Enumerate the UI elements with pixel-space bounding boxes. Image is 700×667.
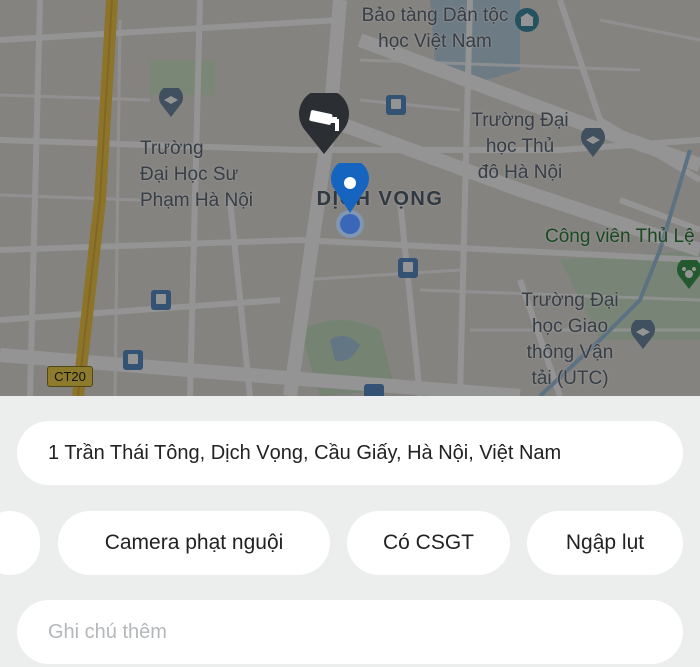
zoo-icon [677, 260, 700, 289]
map-label-capital-university: Trường Đại học Thủ đô Hà Nội [471, 110, 569, 183]
bus-stop-icon [151, 290, 171, 310]
bus-stop-icon [364, 384, 384, 396]
map-label-district: DỊCH VỌNG [316, 188, 444, 210]
bus-stop-icon [386, 95, 406, 115]
road-shield-ct20: CT20 [47, 366, 93, 387]
chip-camera-phat-nguoi[interactable]: Camera phạt nguội [58, 511, 330, 575]
map-label-park: Công viên Thủ Lệ [545, 226, 695, 247]
note-input[interactable] [17, 600, 683, 664]
university-icon [159, 88, 183, 117]
chip-partial[interactable] [0, 511, 40, 575]
map-view[interactable]: Bảo tàng Dân tộc học Việt Nam Trường Đại… [0, 0, 700, 396]
university-icon [631, 320, 655, 349]
map-label-pedagogy-university: Trường Đại Học Sư Phạm Hà Nội [140, 138, 253, 211]
university-icon [581, 128, 605, 157]
chip-co-csgt[interactable]: Có CSGT [347, 511, 510, 575]
map-label-transport-university: Trường Đại học Giao thông Vận tải (UTC) [521, 290, 619, 389]
bus-stop-icon [123, 350, 143, 370]
traffic-camera-icon[interactable] [298, 93, 350, 155]
museum-icon [515, 8, 539, 32]
bus-stop-icon [398, 258, 418, 278]
location-pin-icon[interactable] [327, 163, 373, 241]
address-field[interactable]: 1 Trần Thái Tông, Dịch Vọng, Cầu Giấy, H… [17, 421, 683, 485]
map-label-museum: Bảo tàng Dân tộc học Việt Nam [361, 5, 509, 52]
chip-ngap-lut[interactable]: Ngập lụt [527, 511, 683, 575]
